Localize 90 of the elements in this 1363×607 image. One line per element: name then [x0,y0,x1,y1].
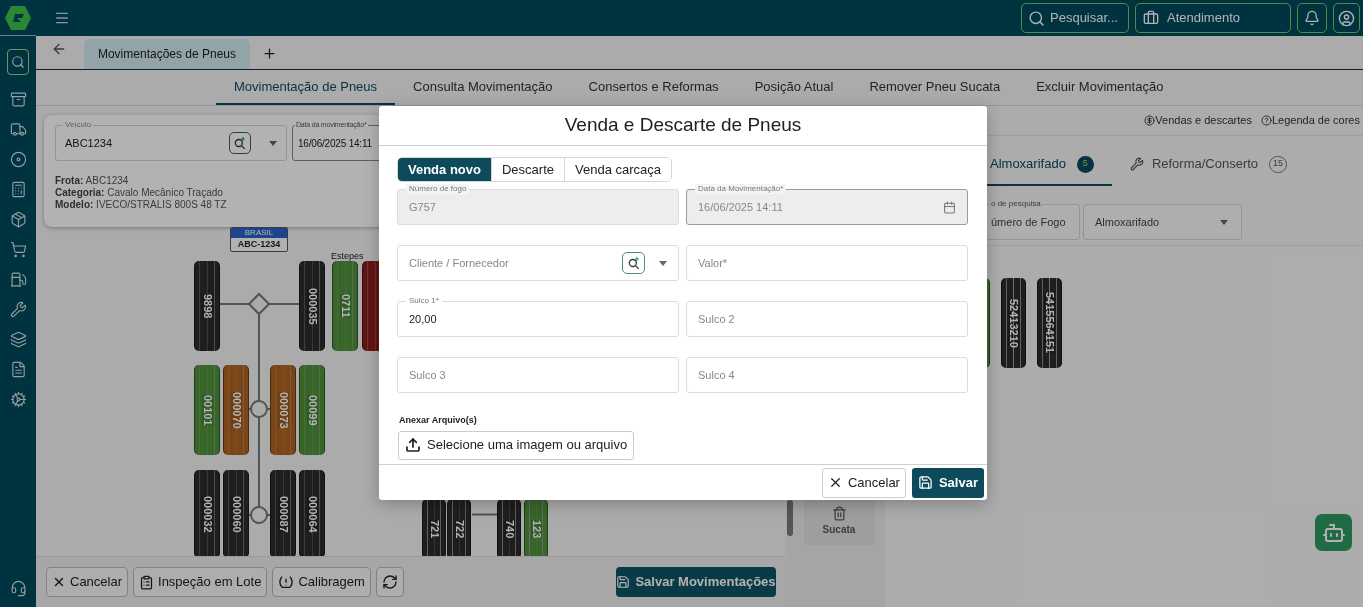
lookup-button[interactable] [229,132,251,154]
tire-pressure-icon [278,574,295,590]
tire[interactable]: 5415564151 [1037,278,1062,368]
cart-icon[interactable] [9,240,27,258]
help-icon [1260,115,1272,126]
service-button[interactable]: Atendimento [1135,3,1291,33]
notifications-button[interactable] [1297,3,1327,33]
document-icon[interactable] [9,360,27,378]
lookup-button[interactable] [622,252,645,274]
fuel-icon[interactable] [9,270,27,288]
upload-icon [405,437,421,453]
package-icon[interactable] [9,210,27,228]
search-plus-icon [233,136,247,150]
refresh-button[interactable] [375,567,404,597]
tire[interactable]: 721 [422,499,446,556]
assistant-button[interactable] [1315,514,1352,551]
truck-icon[interactable] [9,120,27,138]
calculator-icon[interactable] [9,180,27,198]
bell-icon [1304,10,1320,26]
tire[interactable]: 123 [524,499,548,556]
caret-icon [269,140,277,146]
trash-icon [831,506,847,521]
scrollbar-thumb[interactable] [787,500,793,536]
search-plus-icon [626,256,641,270]
tire[interactable]: 9898 [194,261,220,351]
nav-tab[interactable]: Movimentação de Pneus [216,70,396,105]
search-button[interactable]: Pesquisar... [1021,3,1129,33]
briefcase-icon [1143,10,1159,26]
tire[interactable]: 000070 [223,365,249,455]
nav-tab[interactable]: Consulta Movimentação [395,70,571,105]
header-link[interactable]: Vendas e descartes [1144,112,1252,129]
user-button[interactable] [1333,3,1360,33]
back-icon[interactable] [51,41,67,57]
user-icon [1338,9,1355,27]
tire[interactable]: 000087 [270,470,296,556]
save-icon [616,575,631,589]
nav-tab[interactable]: Consertos e Reformas [570,70,737,105]
tire[interactable]: 000060 [223,470,249,556]
add-tab-icon[interactable] [262,46,277,61]
caret-icon [1220,219,1228,225]
mode-tab[interactable]: Venda novo [398,158,491,181]
tire[interactable]: 000035 [299,261,325,351]
document-tab[interactable]: Movimentações de Pneus [84,39,250,69]
tire[interactable]: 722 [447,499,471,556]
save-icon [917,475,933,490]
tire[interactable]: 00099 [299,365,325,455]
archive-icon[interactable] [9,90,27,108]
vehicle-info-line: Frota: ABC1234 [55,175,129,187]
cancel-button[interactable]: Cancelar [821,467,906,498]
menu-icon[interactable] [54,10,70,26]
tire[interactable]: 000064 [299,470,325,556]
upload-button[interactable]: Selecione uma imagem ou arquivo [398,430,635,460]
search-icon [11,55,25,69]
scrap-bin[interactable]: Sucata [803,498,875,545]
clipboard-icon [139,574,155,590]
tire[interactable]: 740 [497,499,521,556]
toolbar-button[interactable]: Inspeção em Lote [133,567,268,597]
logo-icon [4,4,32,31]
save-movements-button[interactable]: Salvar Movimentações [616,567,776,597]
storage-tab[interactable]: Reforma/Conserto 15 [1111,144,1298,186]
vehicle-info-line: Categoria: Cavalo Mecânico Traçado [55,187,223,199]
toolbar-button[interactable]: Cancelar [46,567,129,597]
wrench-icon[interactable] [9,300,27,318]
spares-label: Estepes [331,251,364,261]
mode-tab[interactable]: Venda carcaça [564,158,671,181]
license-plate: BRASIL ABC-1234 [230,227,288,252]
nav-tab[interactable]: Remover Pneu Sucata [851,70,1019,105]
save-button[interactable]: Salvar [911,467,984,498]
headset-icon[interactable] [9,580,27,597]
sidebar-search-button[interactable] [7,49,29,75]
search-icon [1028,9,1045,27]
nav-tab[interactable]: Posição Atual [736,70,852,105]
close-icon [52,575,66,589]
wrench-icon [1129,157,1144,171]
attach-label: Anexar Arquivo(s) [399,414,478,427]
tire[interactable]: 00101 [194,365,220,455]
header-link[interactable]: Legenda de cores [1260,112,1360,129]
dialog-title: Venda e Descarte de Pneus [564,113,802,138]
toolbar-button[interactable]: Calibragem [272,567,371,597]
refresh-icon [381,574,398,590]
layers-icon[interactable] [9,330,27,348]
tire[interactable]: 52413210 [1001,278,1026,368]
dollar-icon [1144,115,1156,126]
tire[interactable]: 000032 [194,470,220,556]
disc-icon[interactable] [9,150,27,168]
tire[interactable]: 000073 [270,365,296,455]
nav-tab[interactable]: Excluir Movimentação [1018,70,1182,105]
caret-icon [659,260,667,266]
vehicle-info-line: Modelo: IVECO/STRALIS 800S 48 TZ [55,199,227,211]
tire[interactable]: 0711 [332,261,358,351]
